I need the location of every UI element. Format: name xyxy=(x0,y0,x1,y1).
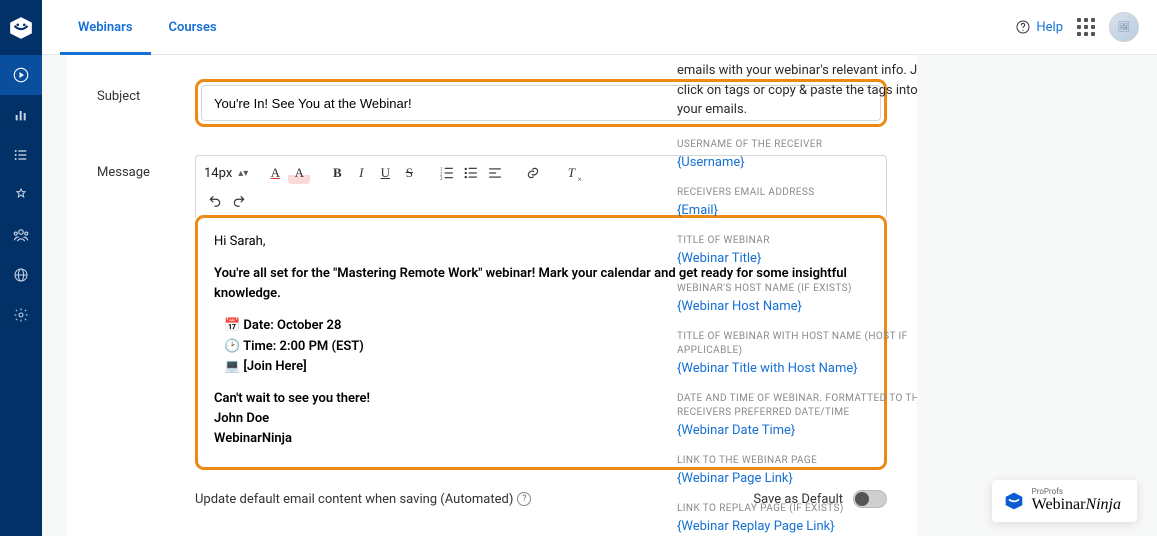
font-size-value: 14px xyxy=(204,166,232,181)
tag-token[interactable]: {Email} xyxy=(677,203,917,218)
tags-list: USERNAME OF THE RECEIVER {Username} RECEIV… xyxy=(677,138,917,536)
tag-title: WEBINAR'S HOST NAME (IF EXISTS) xyxy=(677,282,917,296)
brand-badge: ProProfs WebinarNinja xyxy=(992,480,1137,522)
help-label: Help xyxy=(1036,20,1063,35)
sidebar-item-webinars[interactable] xyxy=(0,55,42,95)
sidebar-item-integrations[interactable] xyxy=(0,175,42,215)
bold-icon[interactable]: B xyxy=(326,162,348,184)
brand-sub: ProProfs xyxy=(1032,488,1121,496)
tag-block: DATE AND TIME OF WEBINAR. FORMATTED TO T… xyxy=(677,392,917,438)
brand-name: WebinarNinja xyxy=(1032,496,1121,514)
tag-block: RECEIVERS EMAIL ADDRESS {Email} xyxy=(677,186,917,218)
tag-token[interactable]: {Webinar Replay Page Link} xyxy=(677,519,917,534)
highlight-color-icon[interactable]: A xyxy=(288,162,310,184)
font-size-select[interactable]: 14px ▴▾ xyxy=(204,166,248,181)
tab-courses[interactable]: Courses xyxy=(151,0,235,54)
underline-icon[interactable]: U xyxy=(374,162,396,184)
text-color-icon[interactable]: A xyxy=(264,162,286,184)
top-bar: Webinars Courses Help 🖼 xyxy=(42,0,1157,55)
ordered-list-icon[interactable]: 123 xyxy=(436,162,458,184)
chevron-updown-icon: ▴▾ xyxy=(238,168,248,179)
user-avatar[interactable]: 🖼 xyxy=(1109,12,1139,42)
sidebar-item-analytics[interactable] xyxy=(0,95,42,135)
strike-icon[interactable]: S xyxy=(398,162,420,184)
apps-icon[interactable] xyxy=(1077,18,1095,36)
help-link[interactable]: Help xyxy=(1015,19,1063,35)
unordered-list-icon[interactable] xyxy=(460,162,482,184)
sidebar-item-list[interactable] xyxy=(0,135,42,175)
top-tabs: Webinars Courses xyxy=(42,0,235,54)
tag-token[interactable]: {Webinar Date Time} xyxy=(677,423,917,438)
tag-block: USERNAME OF THE RECEIVER {Username} xyxy=(677,138,917,170)
page-body: Subject Message 14px ▴▾ A xyxy=(42,55,1157,536)
tag-token[interactable]: {Webinar Page Link} xyxy=(677,471,917,486)
subject-label: Subject xyxy=(97,79,195,127)
tag-title: TITLE OF WEBINAR xyxy=(677,234,917,248)
help-tooltip-icon[interactable]: ? xyxy=(517,492,531,506)
tag-block: LINK TO REPLAY PAGE (IF EXISTS) {Webinar … xyxy=(677,502,917,534)
tag-token[interactable]: {Webinar Title} xyxy=(677,251,917,266)
tag-title: TITLE OF WEBINAR WITH HOST NAME (HOST IF… xyxy=(677,330,917,358)
help-icon xyxy=(1015,19,1031,35)
sidebar-item-people[interactable] xyxy=(0,215,42,255)
tag-block: TITLE OF WEBINAR WITH HOST NAME (HOST IF… xyxy=(677,330,917,376)
tags-intro: emails with your webinar's relevant info… xyxy=(677,61,917,120)
auto-save-label: Update default email content when saving… xyxy=(195,492,531,507)
tag-title: RECEIVERS EMAIL ADDRESS xyxy=(677,186,917,200)
tab-webinars[interactable]: Webinars xyxy=(60,0,151,54)
brand-icon xyxy=(1004,491,1024,511)
clear-format-icon[interactable]: T× xyxy=(560,162,582,184)
tag-title: USERNAME OF THE RECEIVER xyxy=(677,138,917,152)
tag-title: LINK TO REPLAY PAGE (IF EXISTS) xyxy=(677,502,917,516)
svg-text:3: 3 xyxy=(440,177,443,180)
align-icon[interactable] xyxy=(484,162,506,184)
tag-token[interactable]: {Username} xyxy=(677,155,917,170)
tags-panel: emails with your webinar's relevant info… xyxy=(677,55,917,536)
redo-icon[interactable] xyxy=(228,190,250,212)
undo-icon[interactable] xyxy=(204,190,226,212)
app-logo xyxy=(0,0,42,55)
tag-title: DATE AND TIME OF WEBINAR. FORMATTED TO T… xyxy=(677,392,917,420)
italic-icon[interactable]: I xyxy=(350,162,372,184)
tag-token[interactable]: {Webinar Title with Host Name} xyxy=(677,361,917,376)
message-label: Message xyxy=(97,155,195,508)
topbar-right: Help 🖼 xyxy=(1015,0,1157,54)
tab-label: Courses xyxy=(169,20,217,35)
tag-block: TITLE OF WEBINAR {Webinar Title} xyxy=(677,234,917,266)
tag-token[interactable]: {Webinar Host Name} xyxy=(677,299,917,314)
sidebar-item-settings[interactable] xyxy=(0,295,42,335)
email-editor-card: Subject Message 14px ▴▾ A xyxy=(67,55,917,536)
tag-block: LINK TO THE WEBINAR PAGE {Webinar Page Li… xyxy=(677,454,917,486)
sidebar-item-globe[interactable] xyxy=(0,255,42,295)
tag-title: LINK TO THE WEBINAR PAGE xyxy=(677,454,917,468)
tag-block: WEBINAR'S HOST NAME (IF EXISTS) {Webinar … xyxy=(677,282,917,314)
tab-label: Webinars xyxy=(78,20,133,35)
link-icon[interactable] xyxy=(522,162,544,184)
left-sidebar xyxy=(0,0,42,536)
